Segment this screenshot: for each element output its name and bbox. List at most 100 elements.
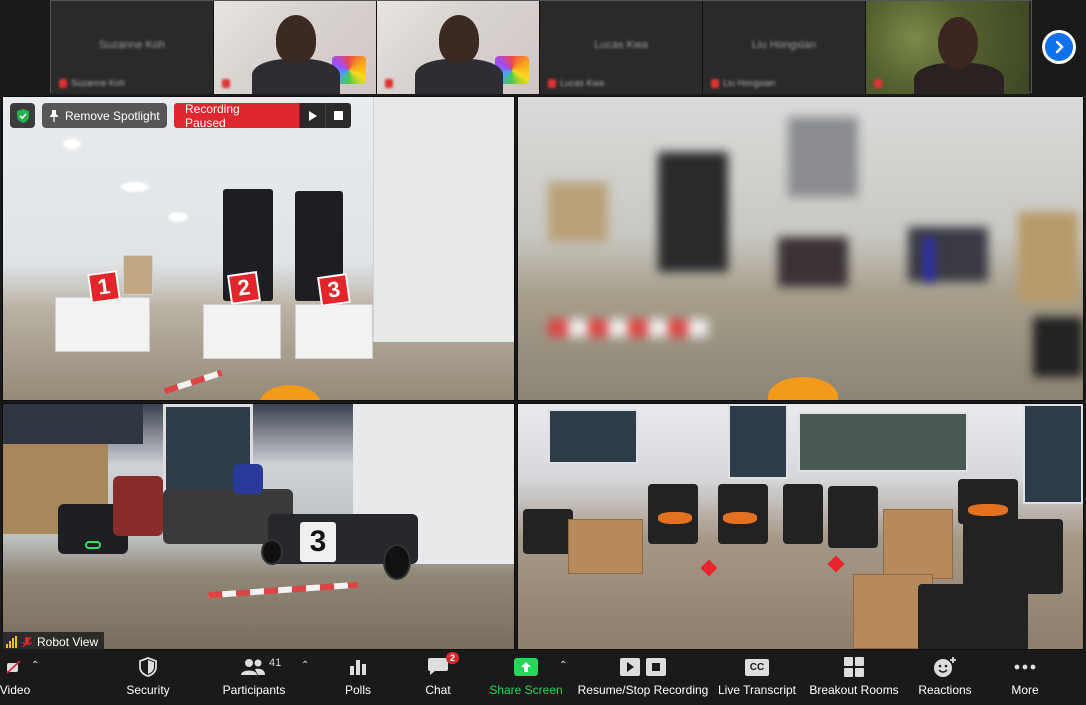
cardboard-box [883, 509, 953, 579]
robot-crate [295, 304, 373, 359]
bar-chart-icon [349, 652, 367, 682]
chair-seat [658, 512, 692, 524]
video-label: Video [0, 683, 31, 697]
ceiling-dark [3, 404, 143, 444]
signal-icon [6, 635, 17, 648]
chair [783, 484, 823, 544]
chat-icon: 2 [427, 652, 459, 682]
chat-label: Chat [425, 683, 451, 697]
pin-icon [50, 109, 58, 122]
participant-thumbnail[interactable] [377, 1, 540, 94]
smiley-add-icon [933, 652, 957, 682]
live-transcript-label: Live Transcript [717, 683, 797, 697]
video-tile-robot-view[interactable]: 3 [2, 403, 515, 650]
remove-spotlight-button[interactable]: Remove Spotlight [42, 103, 167, 128]
robot-crate [55, 297, 150, 352]
chair-seat [968, 504, 1008, 516]
grid-icon [844, 652, 864, 682]
participants-button[interactable]: 41 Participants [220, 652, 288, 705]
participant-name: Suzanne Koh [98, 39, 166, 51]
participant-footer-name: Suzanne Koh [71, 78, 126, 88]
participant-video [439, 15, 479, 63]
light-blur [925, 237, 933, 282]
resume-stop-recording-button[interactable]: Resume/Stop Recording [577, 652, 709, 705]
chair [963, 519, 1063, 594]
orange-ball [259, 385, 321, 400]
breakout-rooms-label: Breakout Rooms [809, 683, 899, 697]
participant-footer: Lucas Kwa [548, 78, 604, 88]
shield-icon [139, 652, 157, 682]
mic-muted-icon [22, 636, 32, 647]
tower-blur [658, 152, 728, 272]
more-button[interactable]: More [1005, 652, 1045, 705]
participant-thumbnail[interactable] [866, 1, 1029, 94]
video-icon [7, 652, 23, 682]
video-tile[interactable] [517, 403, 1084, 650]
play-icon [309, 110, 317, 121]
cc-text: CC [745, 658, 769, 676]
resume-recording-button[interactable] [299, 103, 325, 128]
share-screen-label: Share Screen [489, 683, 563, 697]
robot-arm [113, 476, 163, 536]
breakout-rooms-button[interactable]: Breakout Rooms [808, 652, 900, 705]
mic-muted-icon [59, 78, 67, 88]
video-tile[interactable] [517, 96, 1084, 401]
robot-blur [908, 227, 988, 282]
window [798, 412, 968, 472]
chevron-up-icon[interactable]: ⌃ [301, 660, 309, 671]
robot-wheel [383, 544, 411, 580]
participant-footer [385, 79, 393, 88]
chevron-up-icon[interactable]: ⌃ [559, 660, 567, 671]
chat-button[interactable]: 2 Chat [418, 652, 459, 705]
chevron-right-icon [1045, 33, 1073, 61]
share-screen-icon [514, 652, 538, 682]
stop-recording-button[interactable] [325, 103, 351, 128]
chevron-up-icon[interactable]: ⌃ [31, 660, 39, 671]
chair [958, 479, 1018, 524]
chair [828, 486, 878, 548]
meeting-toolbar: Video ⌃ Security 41 Participants ⌃ Polls… [0, 652, 1086, 705]
participant-thumbnail[interactable]: Suzanne Koh Suzanne Koh [51, 1, 214, 94]
chat-unread-badge: 2 [445, 652, 459, 664]
chair [523, 509, 573, 554]
window [548, 409, 638, 464]
robot-number-plate: 3 [300, 522, 336, 562]
stop-icon [646, 658, 666, 676]
more-label: More [1011, 683, 1039, 697]
robot-flag [233, 464, 263, 494]
participant-thumbnail[interactable]: Lucas Kwa Lucas Kwa [540, 1, 703, 94]
orange-ball [768, 377, 838, 400]
participant-footer: Suzanne Koh [59, 78, 125, 88]
stop-icon [334, 111, 343, 120]
live-transcript-button[interactable]: CC Live Transcript [716, 652, 798, 705]
robot-wheel [261, 539, 283, 565]
security-shield-button[interactable] [10, 103, 35, 128]
video-tile-spotlight[interactable]: 1 2 3 [2, 96, 515, 401]
participant-footer [222, 79, 230, 88]
number-sign: 3 [317, 273, 351, 307]
cardboard-box [568, 519, 643, 574]
security-label: Security [126, 683, 170, 697]
box-blur [548, 182, 608, 242]
participant-thumbnail[interactable] [214, 1, 377, 94]
cardboard-box [123, 255, 153, 295]
next-page-button[interactable] [1042, 30, 1076, 64]
mic-muted-icon [222, 79, 230, 88]
polls-button[interactable]: Polls [336, 652, 380, 705]
reactions-button[interactable]: Reactions [914, 652, 976, 705]
stop-video-button[interactable]: Video [0, 652, 30, 705]
mic-muted-icon [385, 79, 393, 88]
participant-video [252, 59, 340, 94]
security-button[interactable]: Security [118, 652, 178, 705]
object-blur [1033, 317, 1083, 377]
share-screen-button[interactable]: Share Screen [489, 652, 563, 705]
recording-status: Recording Paused [174, 103, 299, 128]
window-blur [788, 117, 858, 197]
window [728, 404, 788, 479]
floor-cone [827, 555, 845, 573]
floor-marking-blur [548, 319, 708, 337]
participant-footer-name: Liu Hongxian [723, 78, 776, 88]
ceiling-light [63, 139, 81, 149]
participant-thumbnail[interactable]: Liu Hongxian Liu Hongxian [703, 1, 866, 94]
participant-video [415, 59, 503, 94]
